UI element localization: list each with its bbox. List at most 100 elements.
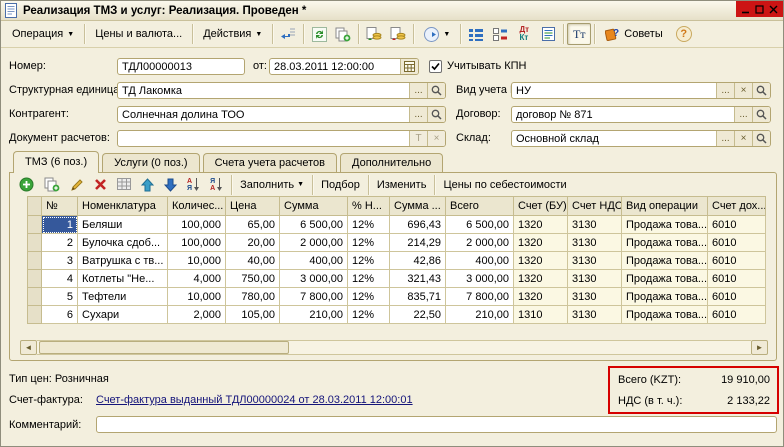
cell[interactable]: 12% <box>348 270 390 288</box>
post-document-button[interactable] <box>362 23 386 45</box>
structure-button[interactable] <box>464 23 488 45</box>
cell[interactable]: 4,000 <box>168 270 226 288</box>
cell[interactable]: 210,00 <box>446 306 514 324</box>
calendar-button[interactable] <box>400 59 418 74</box>
cost-prices-button[interactable]: Цены по себестоимости <box>438 175 571 195</box>
cell[interactable]: 1320 <box>514 288 568 306</box>
number-input[interactable] <box>118 59 244 74</box>
cell[interactable]: 696,43 <box>390 216 446 234</box>
unit-open-button[interactable] <box>427 83 445 98</box>
contract-choose-button[interactable]: ... <box>734 107 752 122</box>
cell[interactable]: 6010 <box>708 306 766 324</box>
prices-currency-button[interactable]: Цены и валюта... <box>88 23 189 45</box>
cell[interactable]: Сухари <box>78 306 168 324</box>
move-up-button[interactable] <box>136 175 159 195</box>
row-number-cell[interactable]: 1 <box>42 216 78 234</box>
cell[interactable]: 3130 <box>568 216 622 234</box>
cell[interactable]: 2,000 <box>168 306 226 324</box>
cell[interactable]: 3130 <box>568 306 622 324</box>
cell[interactable]: 400,00 <box>280 252 348 270</box>
tab-3[interactable]: Дополнительно <box>340 153 443 172</box>
cell[interactable]: 750,00 <box>226 270 280 288</box>
cell[interactable]: Продажа това... <box>622 306 708 324</box>
go-to-button[interactable]: ▼ <box>417 23 457 45</box>
cell[interactable]: 1310 <box>514 306 568 324</box>
warehouse-input[interactable] <box>512 131 716 146</box>
copy-row-button[interactable] <box>39 175 65 195</box>
end-edit-button[interactable] <box>112 175 136 195</box>
kpn-checkbox[interactable] <box>429 60 442 73</box>
pick-button[interactable]: Подбор <box>316 175 365 195</box>
cell[interactable]: 12% <box>348 288 390 306</box>
cell[interactable]: 10,000 <box>168 252 226 270</box>
cell[interactable]: 7 800,00 <box>280 288 348 306</box>
row-number-cell[interactable]: 2 <box>42 234 78 252</box>
cell[interactable]: 6 500,00 <box>280 216 348 234</box>
settings-list-button[interactable] <box>488 23 512 45</box>
cell[interactable]: 3 000,00 <box>280 270 348 288</box>
cell[interactable]: 42,86 <box>390 252 446 270</box>
close-button[interactable] <box>768 4 779 15</box>
cell[interactable]: Беляши <box>78 216 168 234</box>
cell[interactable]: 10,000 <box>168 288 226 306</box>
tab-0[interactable]: ТМЗ (6 поз.) <box>13 151 99 173</box>
cell[interactable]: 6010 <box>708 252 766 270</box>
nu-choose-button[interactable]: ... <box>716 83 734 98</box>
sort-asc-button[interactable]: АЯ <box>182 175 205 195</box>
cell[interactable]: 1320 <box>514 216 568 234</box>
cell[interactable]: Продажа това... <box>622 288 708 306</box>
cell[interactable]: 214,29 <box>390 234 446 252</box>
warehouse-open-button[interactable] <box>752 131 770 146</box>
report-button[interactable] <box>536 23 560 45</box>
contract-input[interactable] <box>512 107 734 122</box>
unpost-document-button[interactable] <box>386 23 410 45</box>
counterparty-choose-button[interactable]: ... <box>409 107 427 122</box>
totals-toggle-button[interactable]: Тт <box>567 23 591 45</box>
cell[interactable]: 3130 <box>568 270 622 288</box>
tab-2[interactable]: Счета учета расчетов <box>203 153 337 172</box>
tips-button[interactable]: ?Советы <box>598 23 669 45</box>
row-number-cell[interactable]: 3 <box>42 252 78 270</box>
cell[interactable]: 7 800,00 <box>446 288 514 306</box>
cell[interactable]: 12% <box>348 306 390 324</box>
cell[interactable]: 3130 <box>568 234 622 252</box>
add-row-button[interactable] <box>14 175 39 195</box>
cell[interactable]: 12% <box>348 216 390 234</box>
scrollbar-track[interactable] <box>37 340 751 355</box>
cell[interactable]: Продажа това... <box>622 216 708 234</box>
scrollbar-thumb[interactable] <box>39 341 289 354</box>
cell[interactable]: 6 500,00 <box>446 216 514 234</box>
cell[interactable]: 835,71 <box>390 288 446 306</box>
cell[interactable]: 12% <box>348 252 390 270</box>
scroll-right-button[interactable]: ► <box>751 340 768 355</box>
cell[interactable]: 6010 <box>708 288 766 306</box>
cell[interactable]: Тефтели <box>78 288 168 306</box>
warehouse-choose-button[interactable]: ... <box>716 131 734 146</box>
cell[interactable]: 1320 <box>514 270 568 288</box>
cell[interactable]: 2 000,00 <box>280 234 348 252</box>
settlement-type-button[interactable]: T <box>409 131 427 146</box>
cell[interactable]: 100,000 <box>168 234 226 252</box>
cell[interactable]: Продажа това... <box>622 252 708 270</box>
cell[interactable]: 210,00 <box>280 306 348 324</box>
cell[interactable]: Продажа това... <box>622 234 708 252</box>
fill-menu-button[interactable]: Заполнить▼ <box>235 175 309 195</box>
cell[interactable]: 3130 <box>568 252 622 270</box>
counterparty-open-button[interactable] <box>427 107 445 122</box>
settlement-clear-button[interactable]: × <box>427 131 445 146</box>
cell[interactable]: Булочка сдоб... <box>78 234 168 252</box>
cell[interactable]: 100,000 <box>168 216 226 234</box>
nu-input[interactable] <box>512 83 716 98</box>
cell[interactable]: Котлеты "Не... <box>78 270 168 288</box>
cell[interactable]: 780,00 <box>226 288 280 306</box>
change-button[interactable]: Изменить <box>372 175 432 195</box>
warehouse-clear-button[interactable]: × <box>734 131 752 146</box>
unit-choose-button[interactable]: ... <box>409 83 427 98</box>
refresh-button[interactable] <box>307 23 331 45</box>
row-number-cell[interactable]: 4 <box>42 270 78 288</box>
tab-1[interactable]: Услуги (0 поз.) <box>102 153 199 172</box>
nu-clear-button[interactable]: × <box>734 83 752 98</box>
contract-open-button[interactable] <box>752 107 770 122</box>
cell[interactable]: 20,00 <box>226 234 280 252</box>
settlement-doc-input[interactable] <box>118 131 409 146</box>
